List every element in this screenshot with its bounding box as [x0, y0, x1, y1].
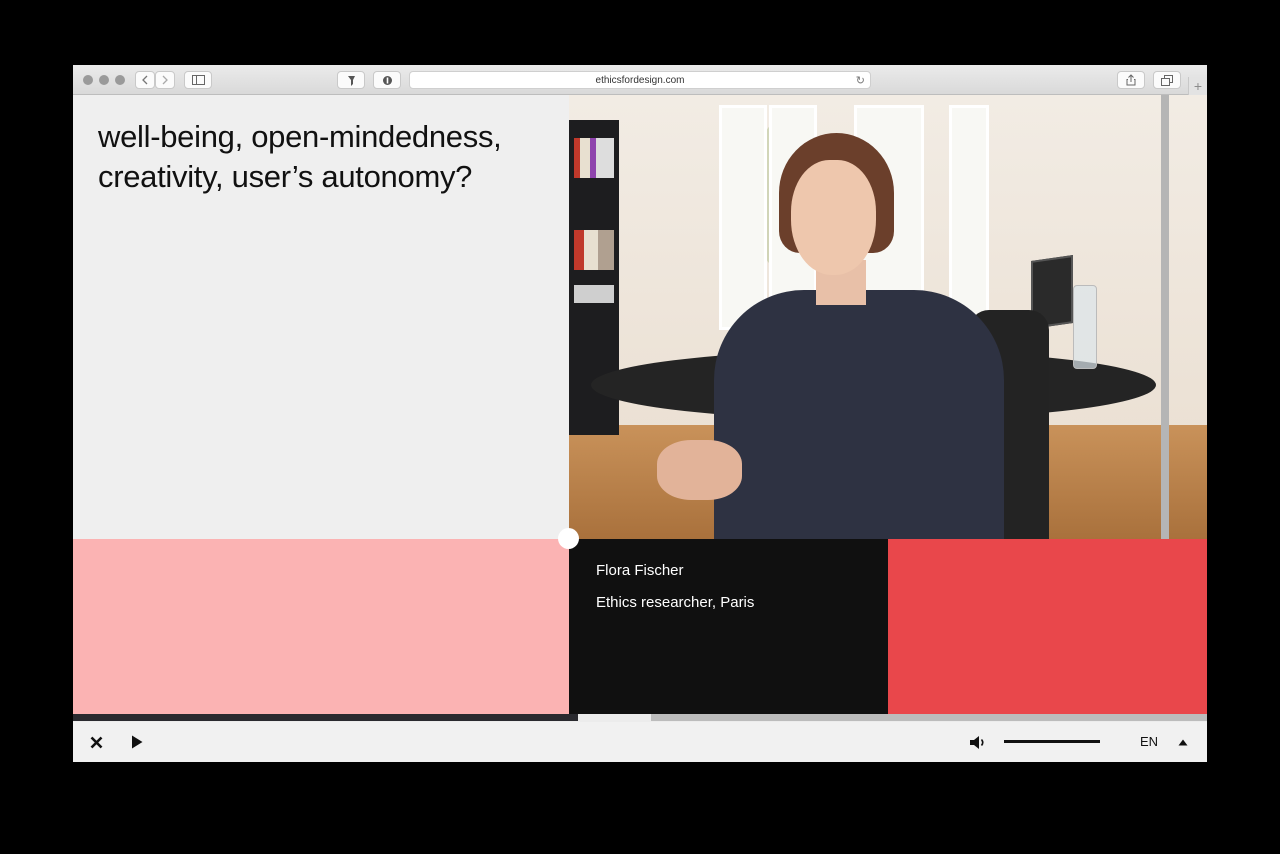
quote-text: well-being, open-mindedness, creativity,…: [98, 117, 558, 197]
share-icon: [1126, 74, 1136, 86]
red-panel: [888, 539, 1207, 714]
pink-panel: [73, 539, 569, 714]
shield-icon: [382, 75, 392, 85]
player-controls: EN: [73, 722, 1207, 762]
speaker-icon: [970, 735, 984, 749]
progress-buffered: [651, 714, 1207, 721]
sidebar-button[interactable]: [184, 71, 212, 89]
address-bar[interactable]: ethicsfordesign.com ↻: [409, 71, 871, 89]
french-window: [949, 105, 989, 330]
speaker-caption: Flora Fischer Ethics researcher, Paris: [569, 539, 888, 714]
stand-pole: [1161, 95, 1169, 539]
tabs-overview-button[interactable]: [1153, 71, 1181, 89]
pin-icon: [347, 75, 355, 86]
language-selector[interactable]: EN: [1140, 722, 1158, 762]
video-frame[interactable]: [569, 95, 1207, 539]
zoom-window-button[interactable]: [115, 75, 125, 85]
speaker-name: Flora Fischer: [596, 562, 684, 579]
progress-played: [73, 714, 578, 721]
close-icon: [90, 736, 102, 748]
extension-button[interactable]: [337, 71, 365, 89]
sidebar-icon: [191, 75, 205, 85]
browser-window: ethicsfordesign.com ↻ + well-being, open…: [73, 65, 1207, 762]
new-tab-button[interactable]: +: [1188, 77, 1207, 95]
speaker-role: Ethics researcher, Paris: [596, 594, 755, 611]
progress-bar[interactable]: [73, 714, 1207, 722]
minimize-window-button[interactable]: [99, 75, 109, 85]
close-button[interactable]: [85, 722, 107, 762]
mute-button[interactable]: [966, 722, 990, 762]
text-panel: well-being, open-mindedness, creativity,…: [73, 95, 569, 539]
volume-slider[interactable]: [1004, 740, 1100, 743]
speaker-face: [791, 160, 876, 275]
chevron-right-icon: [162, 75, 168, 85]
reload-icon[interactable]: ↻: [856, 74, 865, 87]
share-button[interactable]: [1117, 71, 1145, 89]
browser-toolbar: ethicsfordesign.com ↻: [73, 65, 1207, 95]
chevron-left-icon: [142, 75, 148, 85]
quote-line-2: creativity, user’s autonomy?: [98, 159, 473, 194]
back-button[interactable]: [135, 71, 155, 89]
french-window: [719, 105, 767, 330]
language-menu-toggle[interactable]: [1173, 722, 1193, 762]
play-icon: [132, 735, 143, 749]
tabs-icon: [1161, 74, 1173, 86]
url-text: ethicsfordesign.com: [595, 74, 685, 86]
privacy-button[interactable]: [373, 71, 401, 89]
split-handle[interactable]: [558, 528, 579, 549]
play-button[interactable]: [126, 722, 148, 762]
speaker-hands: [657, 440, 742, 500]
caret-up-icon: [1178, 739, 1188, 745]
speaker-figure: [714, 290, 1004, 539]
forward-button[interactable]: [155, 71, 175, 89]
water-carafe: [1073, 285, 1097, 369]
close-window-button[interactable]: [83, 75, 93, 85]
quote-line-1: well-being, open-mindedness,: [98, 119, 502, 154]
